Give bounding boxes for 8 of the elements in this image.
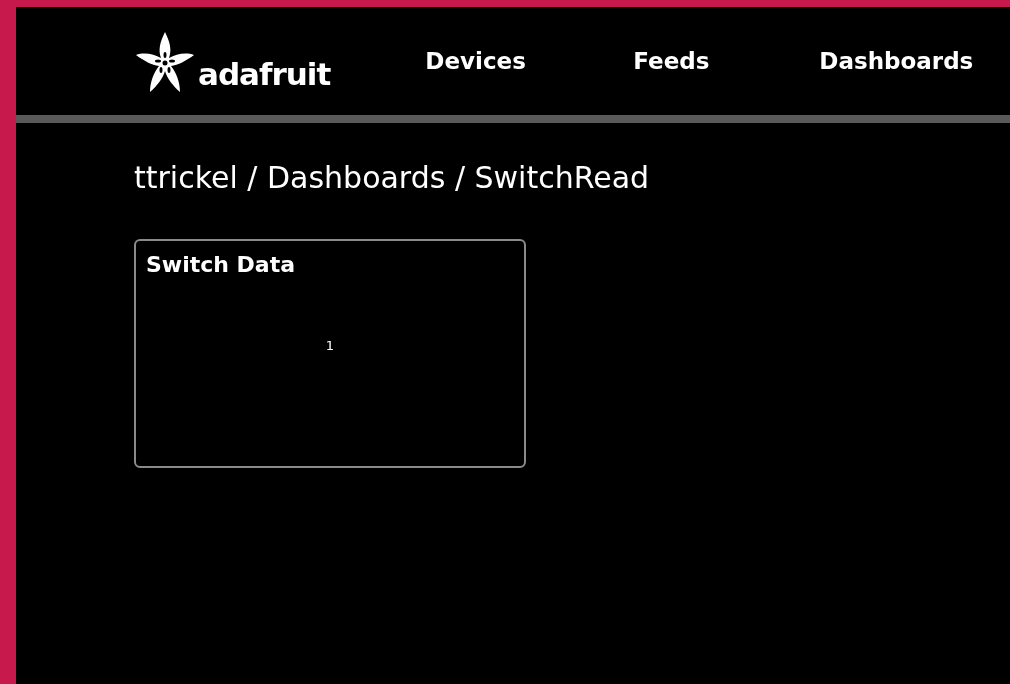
logo-wordmark: adafruit (198, 59, 331, 90)
breadcrumb: ttrickel / Dashboards / SwitchRead (134, 163, 651, 193)
nav-link[interactable]: Feeds (633, 47, 710, 74)
adafruit-logo[interactable]: adafruit (134, 30, 331, 92)
block-value: 1 (325, 337, 335, 356)
block-title: Switch Data (146, 254, 297, 276)
nav-link[interactable]: Dashboards (819, 47, 974, 74)
nav-link[interactable]: Devices (425, 47, 526, 74)
